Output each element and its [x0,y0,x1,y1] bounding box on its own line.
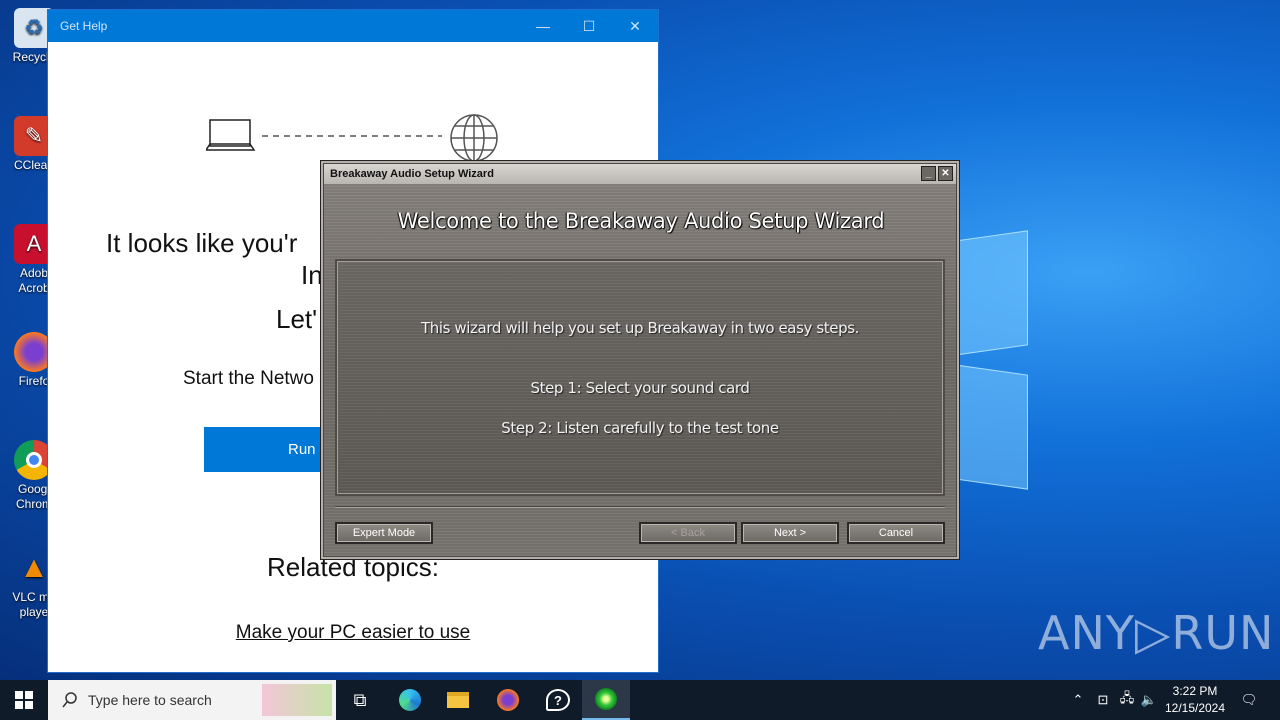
notifications-button[interactable]: 🗨 [1234,680,1264,720]
maximize-button[interactable]: ☐ [566,10,612,42]
search-highlight-image [262,684,332,716]
wizard-welcome-title: Welcome to the Breakaway Audio Setup Wiz… [397,209,885,233]
taskbar-breakaway[interactable] [582,680,630,720]
wizard-content-panel: This wizard will help you set up Breakaw… [335,259,945,496]
folder-icon [447,692,469,708]
globe-icon [450,114,498,162]
wizard-minimize-button[interactable]: _ [921,166,936,181]
wizard-titlebar[interactable]: Breakaway Audio Setup Wizard _ ✕ [324,164,956,184]
clock-date: 12/15/2024 [1164,701,1226,715]
taskbar-file-explorer[interactable] [434,680,482,720]
next-button[interactable]: Next > [741,522,839,544]
cancel-button[interactable]: Cancel [847,522,945,544]
close-button[interactable]: ✕ [612,10,658,42]
tray-volume-icon[interactable]: 🔈 [1138,680,1160,720]
wizard-step2-text: Step 2: Listen carefully to the test ton… [501,419,779,437]
wizard-step1-text: Step 1: Select your sound card [530,379,750,397]
network-illustration [206,114,498,162]
troubleshoot-heading-line3: Let' [276,304,318,334]
wizard-separator [335,506,945,508]
help-icon: ? [546,689,570,711]
taskbar-clock[interactable]: 3:22 PM 12/15/2024 [1158,683,1232,717]
breakaway-wizard-window: Breakaway Audio Setup Wizard _ ✕ Welcome… [320,160,960,560]
taskbar-get-help[interactable]: ? [534,680,582,720]
notification-icon: 🗨 [1240,692,1258,707]
wizard-window-title: Breakaway Audio Setup Wizard [330,168,494,180]
network-icon: 🖧 [1119,690,1135,705]
start-network-text: Start the Netwo [183,368,314,389]
anyrun-watermark: ANY▷RUN [1038,606,1275,660]
task-view-icon: ⧉ [353,689,367,710]
tray-network-icon[interactable]: 🖧 [1116,680,1138,720]
edge-icon [399,689,421,711]
clock-time: 3:22 PM [1172,684,1218,698]
device-icon: ⊡ [1097,692,1109,707]
back-button[interactable]: < Back [639,522,737,544]
get-help-title: Get Help [60,19,108,33]
expert-mode-button[interactable]: Expert Mode [335,522,433,544]
show-hidden-icons-button[interactable]: ⌃ [1068,680,1088,720]
laptop-icon [206,119,256,151]
breakaway-icon [595,688,617,710]
taskbar: Type here to search ⧉ ? ⌃ ⊡ 🖧 🔈 3:22 PM … [0,680,1280,720]
minimize-button[interactable]: — [520,10,566,42]
wizard-close-button[interactable]: ✕ [938,166,953,181]
task-view-button[interactable]: ⧉ [336,680,384,720]
windows-start-icon [15,691,33,709]
troubleshoot-heading: It looks like you'r [106,228,298,258]
taskbar-edge[interactable] [386,680,434,720]
make-pc-easier-link[interactable]: Make your PC easier to use [48,622,658,644]
taskbar-search-box[interactable]: Type here to search [48,680,336,720]
start-button[interactable] [0,680,48,720]
firefox-icon [497,689,519,711]
get-help-titlebar[interactable]: Get Help — ☐ ✕ [48,10,658,42]
tray-device-icon[interactable]: ⊡ [1092,680,1114,720]
chevron-up-icon: ⌃ [1072,692,1084,707]
search-placeholder: Type here to search [88,692,212,708]
search-icon [62,692,77,708]
volume-icon: 🔈 [1140,692,1158,707]
wizard-intro-text: This wizard will help you set up Breakaw… [421,319,859,337]
taskbar-firefox[interactable] [484,680,532,720]
